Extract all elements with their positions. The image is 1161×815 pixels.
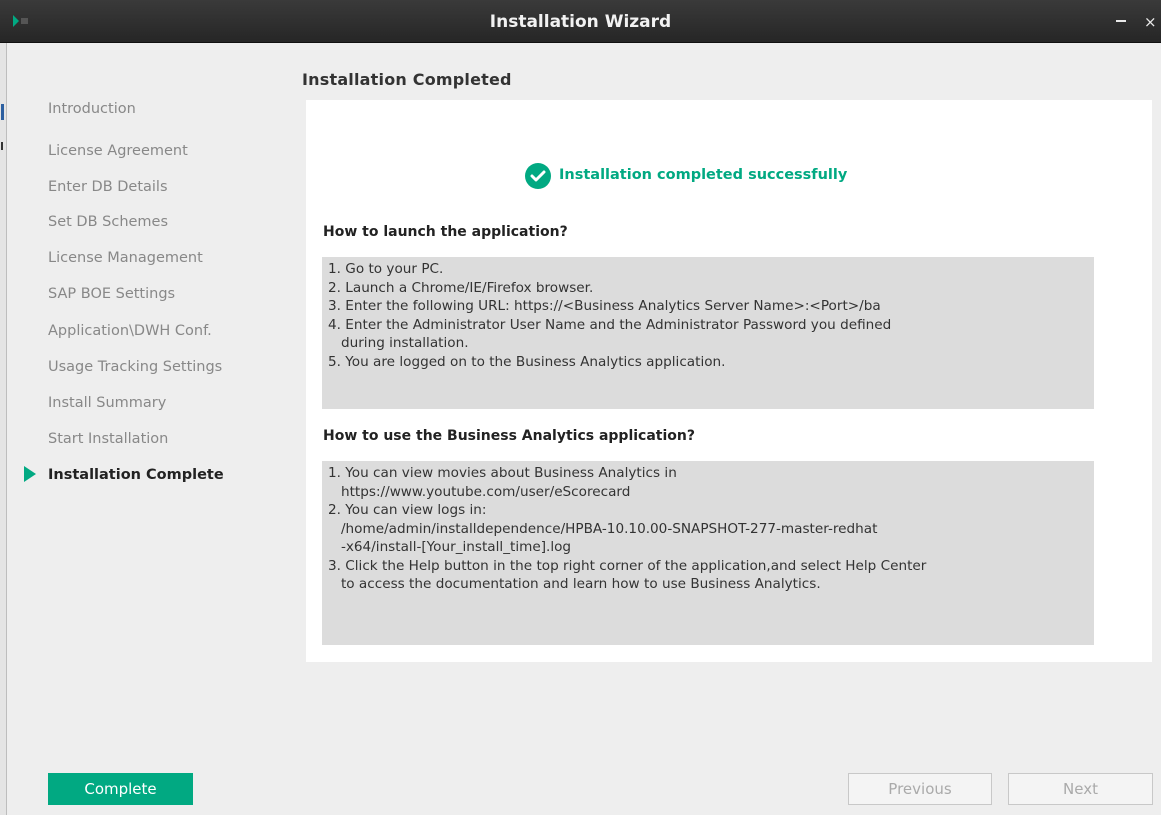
next-button[interactable]: Next (1008, 773, 1153, 805)
usage-line: to access the documentation and learn ho… (328, 576, 821, 592)
step-license-management: License Management (48, 250, 203, 266)
usage-line: 2. You can view logs in: (328, 502, 487, 518)
launch-line: 3. Enter the following URL: https://<Bus… (328, 298, 881, 314)
previous-button[interactable]: Previous (848, 773, 992, 805)
background-window-edge-mark (1, 142, 3, 150)
current-step-arrow-icon (24, 466, 36, 482)
launch-heading: How to launch the application? (323, 224, 568, 240)
usage-line: https://www.youtube.com/user/eScorecard (328, 483, 631, 500)
step-set-db-schemes: Set DB Schemes (48, 214, 169, 230)
background-window-edge (1, 104, 4, 120)
close-icon[interactable]: × (1144, 12, 1157, 32)
launch-line: during installation. (328, 335, 469, 351)
step-installation-complete: Installation Complete (48, 467, 224, 483)
usage-line: /home/admin/installdependence/HPBA-10.10… (328, 520, 878, 537)
launch-line: 5. You are logged on to the Business Ana… (328, 353, 726, 370)
step-install-summary: Install Summary (48, 395, 167, 411)
step-introduction: Introduction (48, 101, 136, 117)
usage-heading: How to use the Business Analytics applic… (323, 428, 695, 444)
step-license-agreement: License Agreement (48, 143, 188, 159)
success-text: Installation completed successfully (559, 167, 848, 183)
window-title: Installation Wizard (489, 12, 672, 32)
check-circle-icon (525, 163, 551, 189)
step-enter-db-details: Enter DB Details (48, 179, 168, 195)
minimize-icon[interactable] (1116, 20, 1126, 22)
complete-button[interactable]: Complete (48, 773, 193, 805)
usage-line: 1. You can view movies about Business An… (328, 465, 677, 481)
launch-line: 4. Enter the Administrator User Name and… (328, 316, 892, 333)
usage-line: 3. Click the Help button in the top righ… (328, 557, 927, 574)
title-bar[interactable]: Installation Wizard × (0, 0, 1161, 43)
launch-line: 1. Go to your PC. (328, 261, 444, 277)
page-title: Installation Completed (302, 70, 512, 89)
usage-line: -x64/install-[Your_install_time].log (328, 539, 572, 555)
launch-line: 2. Launch a Chrome/IE/Firefox browser. (328, 279, 594, 296)
step-start-installation: Start Installation (48, 431, 169, 447)
launch-instructions: 1. Go to your PC. 2. Launch a Chrome/IE/… (322, 257, 1094, 409)
usage-instructions: 1. You can view movies about Business An… (322, 461, 1094, 645)
step-application-dwh-conf: Application\DWH Conf. (48, 323, 212, 339)
step-usage-tracking-settings: Usage Tracking Settings (48, 359, 223, 375)
step-sap-boe-settings: SAP BOE Settings (48, 286, 176, 302)
